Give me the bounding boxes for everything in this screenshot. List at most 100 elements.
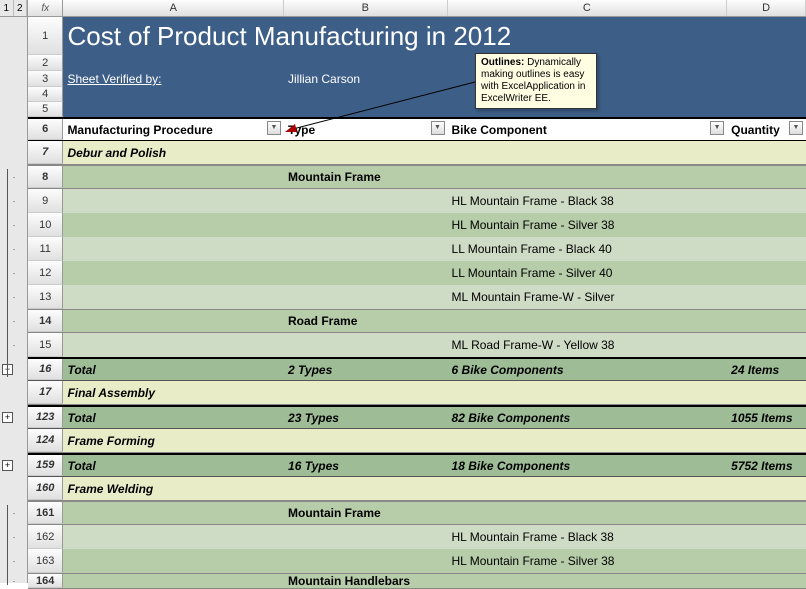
cell-a[interactable] [63,525,284,549]
cell-d[interactable] [727,310,806,332]
cell-c[interactable]: LL Mountain Frame - Silver 40 [448,261,728,285]
col-header-d[interactable]: D [727,0,806,16]
column-header-c[interactable]: Bike Component▼ [448,119,728,140]
cell-c[interactable]: LL Mountain Frame - Black 40 [448,237,728,261]
col-header-a[interactable]: A [63,0,284,16]
cell-b[interactable] [284,549,448,573]
cell-b[interactable] [284,525,448,549]
row-header[interactable]: 1 [28,17,63,55]
row-header[interactable]: 16 [28,359,63,380]
column-header-a[interactable]: Manufacturing Procedure▼ [63,119,284,140]
row-header[interactable]: 14 [28,310,63,332]
cell-d[interactable] [727,189,806,213]
cell-a[interactable] [63,261,284,285]
row-header[interactable]: 2 [28,55,63,71]
cell-a[interactable]: Debur and Polish [63,141,284,164]
cell-d[interactable] [727,549,806,573]
cell-c[interactable] [448,141,728,164]
cell-d[interactable] [727,261,806,285]
row-header[interactable]: 6 [28,119,63,140]
cell-b[interactable]: Mountain Frame [284,166,448,188]
cell-a[interactable]: Frame Welding [63,477,284,500]
row-header[interactable]: 17 [28,381,63,404]
cell-b[interactable] [284,141,448,164]
outline-expand-button[interactable]: + [2,460,13,471]
cell-c[interactable] [448,477,728,500]
filter-dropdown-icon[interactable]: ▼ [789,121,803,135]
row-header[interactable]: 162 [28,525,63,549]
cell-d[interactable] [727,237,806,261]
row-header[interactable]: 15 [28,333,63,357]
row-header[interactable]: 10 [28,213,63,237]
cell-c[interactable]: HL Mountain Frame - Black 38 [448,189,728,213]
cell[interactable] [727,71,806,87]
col-header-c[interactable]: C [448,0,728,16]
filter-dropdown-icon[interactable]: ▼ [267,121,281,135]
cell[interactable] [727,87,806,102]
row-header[interactable]: 123 [28,407,63,428]
cell-b[interactable] [284,261,448,285]
cell-c[interactable]: ML Road Frame-W - Yellow 38 [448,333,728,357]
row-header[interactable]: 160 [28,477,63,500]
row-header[interactable]: 13 [28,285,63,309]
cell-b[interactable] [284,237,448,261]
cell-d[interactable]: 5752 Items [727,455,806,476]
cell-b[interactable]: Mountain Handlebars [284,574,448,588]
cell-a[interactable]: Frame Forming [63,429,284,452]
select-all-corner[interactable]: fx [28,0,63,16]
cell-b[interactable] [284,189,448,213]
cell-d[interactable] [727,166,806,188]
cell-a[interactable]: Total [63,359,284,380]
cell-c[interactable]: 82 Bike Components [448,407,728,428]
row-header[interactable]: 161 [28,502,63,524]
cell-d[interactable] [727,213,806,237]
cell-a[interactable] [63,574,284,588]
cell-c[interactable]: HL Mountain Frame - Silver 38 [448,549,728,573]
cell-d[interactable] [727,381,806,404]
cell-a[interactable] [63,237,284,261]
cell-a[interactable] [63,166,284,188]
row-header[interactable]: 7 [28,141,63,164]
cell-c[interactable]: 18 Bike Components [448,455,728,476]
cell[interactable] [63,87,284,102]
cell-b[interactable]: Mountain Frame [284,502,448,524]
cell-a[interactable] [63,285,284,309]
cell-d[interactable] [727,502,806,524]
row-header[interactable]: 12 [28,261,63,285]
cell-b[interactable] [284,285,448,309]
cell[interactable] [63,102,284,117]
row-header[interactable]: 164 [28,574,63,588]
cell-b[interactable] [284,477,448,500]
col-header-b[interactable]: B [284,0,447,16]
cell-c[interactable] [448,310,728,332]
cell-b[interactable]: Road Frame [284,310,448,332]
cell-d[interactable]: 24 Items [727,359,806,380]
cell-a[interactable]: Total [63,407,284,428]
cell-b[interactable] [284,429,448,452]
cell-d[interactable] [727,574,806,588]
cell-a[interactable] [63,333,284,357]
cell-d[interactable] [727,429,806,452]
row-header[interactable]: 3 [28,71,63,87]
cell[interactable] [727,102,806,117]
cell-c[interactable] [448,381,728,404]
cell-b[interactable]: 16 Types [284,455,448,476]
cell-a[interactable] [63,502,284,524]
cell-d[interactable] [727,525,806,549]
cell-c[interactable]: 6 Bike Components [448,359,728,380]
cell-c[interactable]: ML Mountain Frame-W - Silver [448,285,728,309]
row-header[interactable]: 11 [28,237,63,261]
cell-a[interactable] [63,549,284,573]
row-header[interactable]: 8 [28,166,63,188]
cell-a[interactable] [63,189,284,213]
cell[interactable] [727,55,806,71]
row-header[interactable]: 159 [28,455,63,476]
row-header[interactable]: 163 [28,549,63,573]
verified-label[interactable]: Sheet Verified by: [63,71,284,87]
cell-a[interactable] [63,213,284,237]
cell-a[interactable]: Final Assembly [63,381,284,404]
outline-level-2[interactable]: 2 [14,0,28,16]
row-header[interactable]: 124 [28,429,63,452]
cell-c[interactable] [448,502,728,524]
cell[interactable] [284,55,448,71]
